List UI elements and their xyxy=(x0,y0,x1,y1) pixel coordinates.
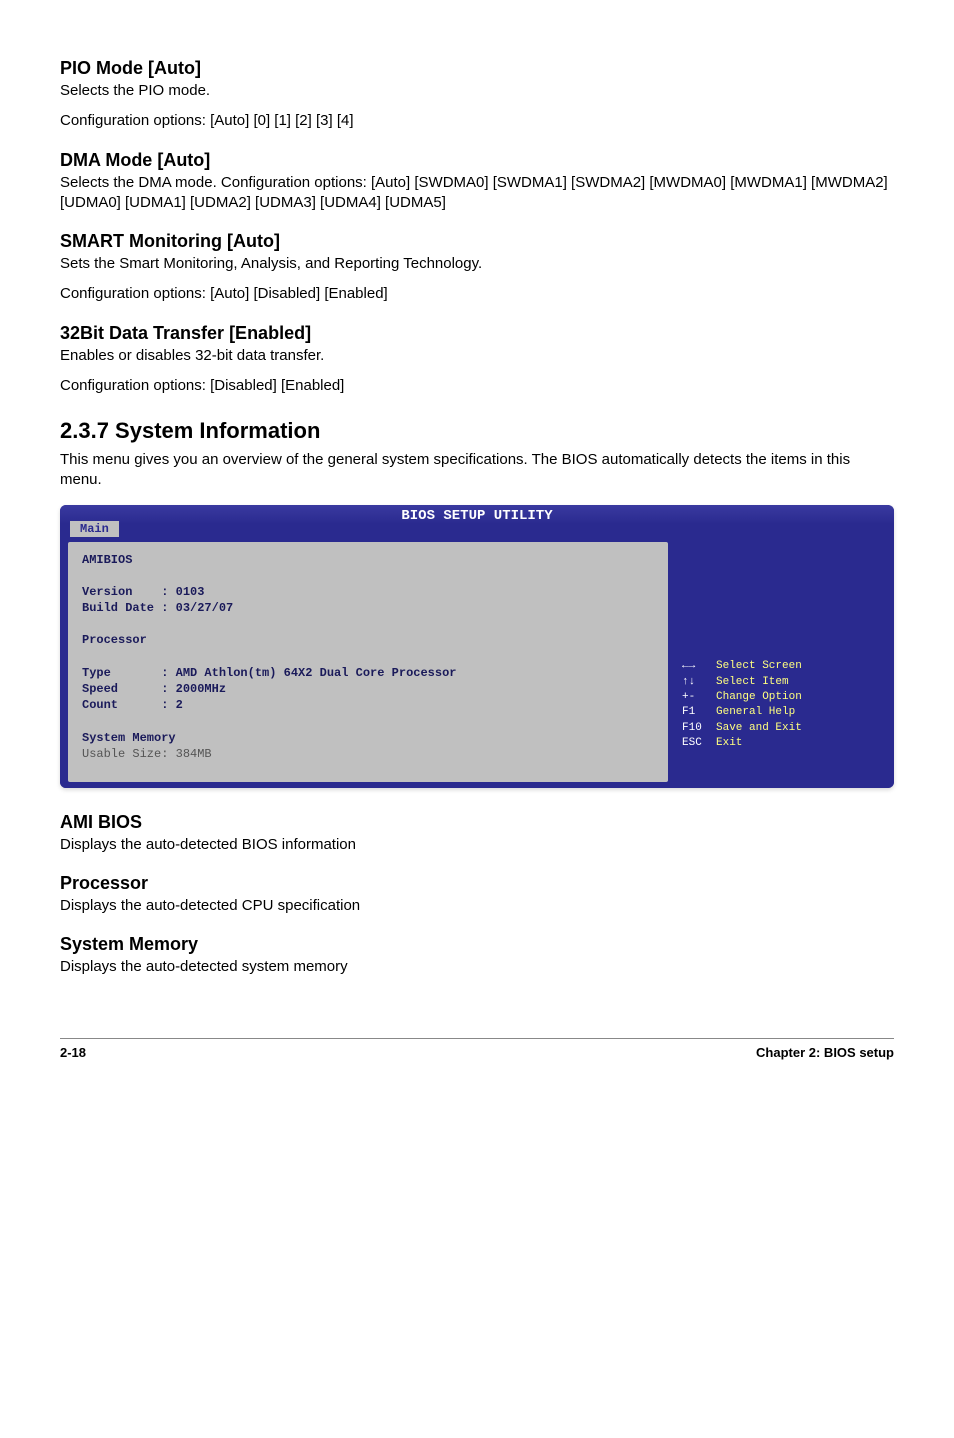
bios-type-value: AMD Athlon(tm) 64X2 Dual Core Processor xyxy=(176,666,457,680)
bios-version-label: Version : xyxy=(82,585,168,599)
bios-key-esc: ESC xyxy=(682,736,716,751)
bios-key-f1: F1 xyxy=(682,705,716,720)
system-memory-heading: System Memory xyxy=(60,934,894,955)
bios-speed-value: 2000MHz xyxy=(176,682,226,696)
bios-help-general-help: General Help xyxy=(716,706,795,718)
ami-bios-heading: AMI BIOS xyxy=(60,812,894,833)
bios-builddate-label: Build Date : xyxy=(82,601,168,615)
bios-version-value: 0103 xyxy=(176,585,205,599)
bios-key-plusminus: +- xyxy=(682,690,716,705)
dma-mode-heading: DMA Mode [Auto] xyxy=(60,150,894,171)
system-information-desc: This menu gives you an overview of the g… xyxy=(60,450,894,491)
bios-help-select-item: Select Item xyxy=(716,676,789,688)
processor-heading: Processor xyxy=(60,873,894,894)
bios-count-value: 2 xyxy=(176,698,183,712)
footer-chapter: Chapter 2: BIOS setup xyxy=(756,1045,894,1060)
processor-desc: Displays the auto-detected CPU specifica… xyxy=(60,896,894,916)
bios-setup-screenshot: BIOS SETUP UTILITY Main AMIBIOS Version … xyxy=(60,505,894,788)
bios-amibios-label: AMIBIOS xyxy=(82,553,132,567)
transfer-desc-1: Enables or disables 32-bit data transfer… xyxy=(60,346,894,366)
smart-heading: SMART Monitoring [Auto] xyxy=(60,231,894,252)
bios-title: BIOS SETUP UTILITY xyxy=(401,508,552,524)
bios-sysmem-label: System Memory xyxy=(82,731,176,745)
bios-usable-label: Usable Size: xyxy=(82,747,168,761)
ami-bios-desc: Displays the auto-detected BIOS informat… xyxy=(60,835,894,855)
dma-mode-desc: Selects the DMA mode. Configuration opti… xyxy=(60,173,894,214)
bios-type-label: Type : xyxy=(82,666,168,680)
bios-speed-label: Speed : xyxy=(82,682,168,696)
bios-processor-label: Processor xyxy=(82,633,147,647)
bios-count-label: Count : xyxy=(82,698,168,712)
system-information-heading: 2.3.7 System Information xyxy=(60,418,894,444)
transfer-heading: 32Bit Data Transfer [Enabled] xyxy=(60,323,894,344)
bios-key-f10: F10 xyxy=(682,721,716,736)
pio-mode-desc-1: Selects the PIO mode. xyxy=(60,81,894,101)
bios-builddate-value: 03/27/07 xyxy=(176,601,234,615)
bios-header: BIOS SETUP UTILITY Main xyxy=(60,505,894,524)
bios-key-arrows-lr: ←→ xyxy=(682,659,716,674)
smart-desc-2: Configuration options: [Auto] [Disabled]… xyxy=(60,284,894,304)
bios-help-save-exit: Save and Exit xyxy=(716,722,802,734)
bios-help-change-option: Change Option xyxy=(716,691,802,703)
bios-usable-value: 384MB xyxy=(176,747,212,761)
bios-tab-main: Main xyxy=(70,521,119,537)
pio-mode-heading: PIO Mode [Auto] xyxy=(60,58,894,79)
page-footer: 2-18 Chapter 2: BIOS setup xyxy=(60,1038,894,1060)
bios-left-panel: AMIBIOS Version : 0103 Build Date : 03/2… xyxy=(68,542,668,782)
footer-page-number: 2-18 xyxy=(60,1045,86,1060)
bios-help-exit: Exit xyxy=(716,737,742,749)
pio-mode-desc-2: Configuration options: [Auto] [0] [1] [2… xyxy=(60,111,894,131)
bios-help-select-screen: Select Screen xyxy=(716,660,802,672)
bios-right-panel: ←→Select Screen ↑↓Select Item +-Change O… xyxy=(668,542,894,788)
system-memory-desc: Displays the auto-detected system memory xyxy=(60,957,894,977)
transfer-desc-2: Configuration options: [Disabled] [Enabl… xyxy=(60,376,894,396)
bios-key-arrows-ud: ↑↓ xyxy=(682,675,716,690)
smart-desc-1: Sets the Smart Monitoring, Analysis, and… xyxy=(60,254,894,274)
